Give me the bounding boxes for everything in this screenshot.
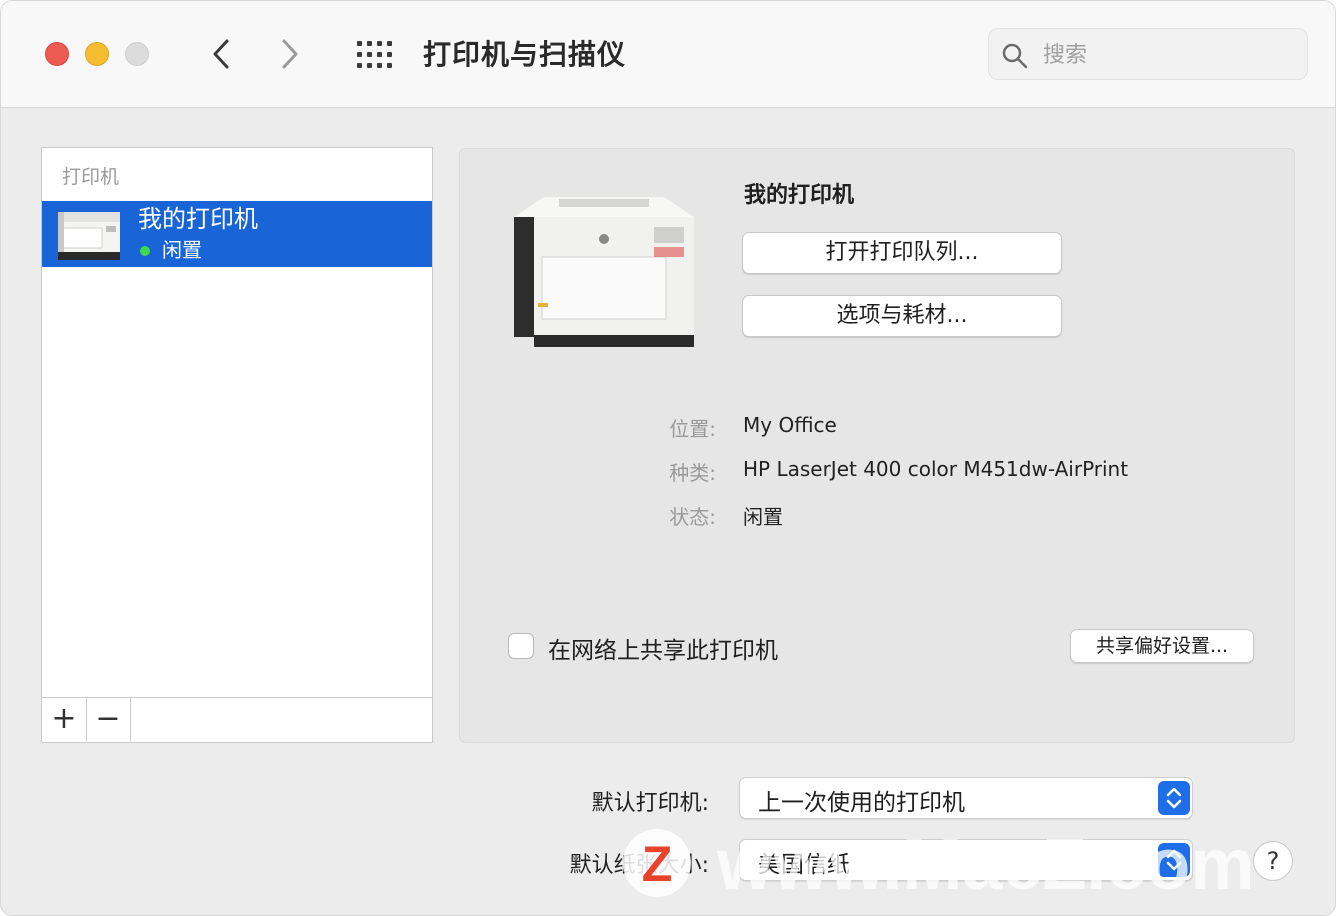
printer-list: 打印机 我的打印机 闲置 + −	[41, 147, 433, 743]
title-bar: 打印机与扫描仪	[1, 1, 1335, 108]
default-paper-value: 美国信纸	[758, 852, 850, 878]
help-button[interactable]: ?	[1253, 841, 1293, 881]
printer-status: 闲置	[162, 238, 202, 262]
location-label: 位置:	[669, 417, 716, 441]
status-label: 状态:	[669, 505, 716, 529]
default-paper-popup[interactable]: 美国信纸	[739, 839, 1193, 881]
zoom-window-button[interactable]	[125, 42, 149, 66]
printer-thumbnail-icon	[58, 212, 120, 260]
status-value: 闲置	[743, 505, 783, 529]
printer-image	[514, 197, 694, 347]
printer-list-header: 打印机	[62, 166, 120, 188]
system-preferences-window: 打印机与扫描仪 打印机 我的打印机 闲置 +	[0, 0, 1336, 916]
minimize-window-button[interactable]	[85, 42, 109, 66]
default-paper-label: 默认纸张大小:	[569, 853, 709, 878]
search-icon	[1002, 43, 1028, 69]
search-field[interactable]	[988, 28, 1308, 80]
show-all-grid-icon[interactable]	[357, 41, 393, 69]
default-printer-popup[interactable]: 上一次使用的打印机	[739, 777, 1193, 819]
list-toolbar: + −	[42, 697, 432, 742]
search-input[interactable]	[1041, 39, 1295, 71]
default-printer-label: 默认打印机:	[591, 791, 709, 816]
printer-name: 我的打印机	[138, 205, 258, 233]
back-button[interactable]	[204, 35, 238, 73]
popup-stepper-icon	[1158, 843, 1190, 877]
open-print-queue-button[interactable]: 打开打印队列...	[742, 232, 1062, 274]
popup-stepper-icon	[1158, 781, 1190, 815]
kind-label: 种类:	[669, 461, 716, 485]
printer-list-item[interactable]: 我的打印机 闲置	[42, 201, 432, 267]
location-value: My Office	[743, 413, 837, 437]
close-window-button[interactable]	[45, 42, 69, 66]
window-title: 打印机与扫描仪	[423, 38, 627, 71]
sharing-preferences-button[interactable]: 共享偏好设置...	[1070, 629, 1254, 663]
forward-button[interactable]	[273, 35, 307, 73]
share-printer-checkbox[interactable]	[508, 633, 534, 659]
chevron-left-icon	[213, 39, 229, 69]
detail-printer-name: 我的打印机	[744, 183, 855, 208]
default-printer-value: 上一次使用的打印机	[758, 790, 965, 816]
kind-value: HP LaserJet 400 color M451dw-AirPrint	[743, 457, 1129, 481]
options-supplies-button[interactable]: 选项与耗材...	[742, 295, 1062, 337]
printer-detail-panel: 我的打印机 打开打印队列... 选项与耗材... 位置: My Office 种…	[459, 148, 1295, 743]
remove-printer-button[interactable]: −	[86, 698, 131, 741]
share-printer-label[interactable]: 在网络上共享此打印机	[548, 631, 778, 665]
chevron-right-icon	[282, 39, 298, 69]
add-printer-button[interactable]: +	[42, 698, 87, 741]
status-dot-icon	[140, 246, 150, 256]
